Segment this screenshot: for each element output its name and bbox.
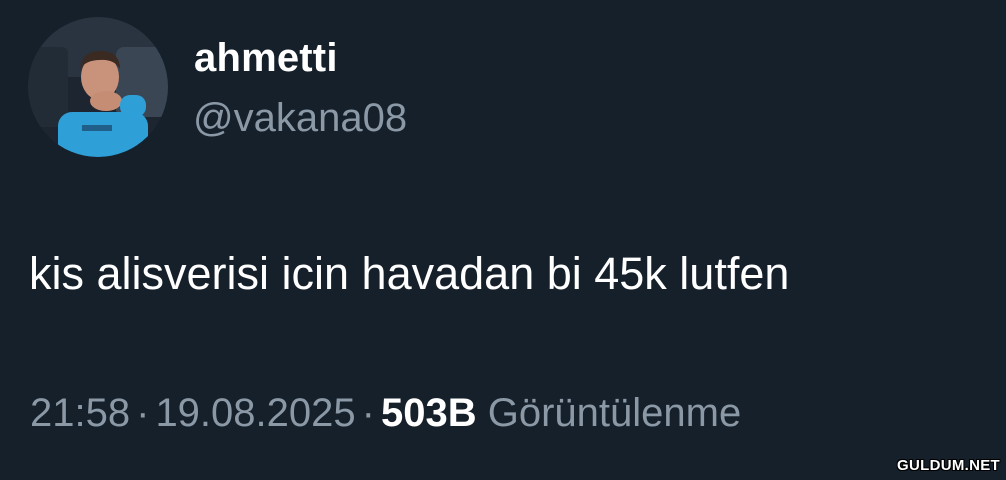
profile-photo-icon xyxy=(28,17,168,157)
tweet-time[interactable]: 21:58 xyxy=(30,391,130,435)
display-name[interactable]: ahmetti xyxy=(194,34,338,82)
user-handle[interactable]: @vakana08 xyxy=(193,94,407,142)
tweet-date[interactable]: 19.08.2025 xyxy=(155,391,355,435)
views-count[interactable]: 503B xyxy=(381,391,477,435)
watermark: GULDUM.NET xyxy=(897,457,1000,474)
tweet-card: ahmetti @vakana08 kis alisverisi icin ha… xyxy=(0,0,1006,480)
meta-separator: · xyxy=(136,391,150,435)
tweet-text: kis alisverisi icin havadan bi 45k lutfe… xyxy=(29,248,790,299)
views-label: Görüntülenme xyxy=(487,391,742,435)
meta-separator: · xyxy=(361,391,375,435)
tweet-meta: 21:58 · 19.08.2025 · 503B Görüntülenme xyxy=(30,388,741,438)
avatar[interactable] xyxy=(28,17,168,157)
